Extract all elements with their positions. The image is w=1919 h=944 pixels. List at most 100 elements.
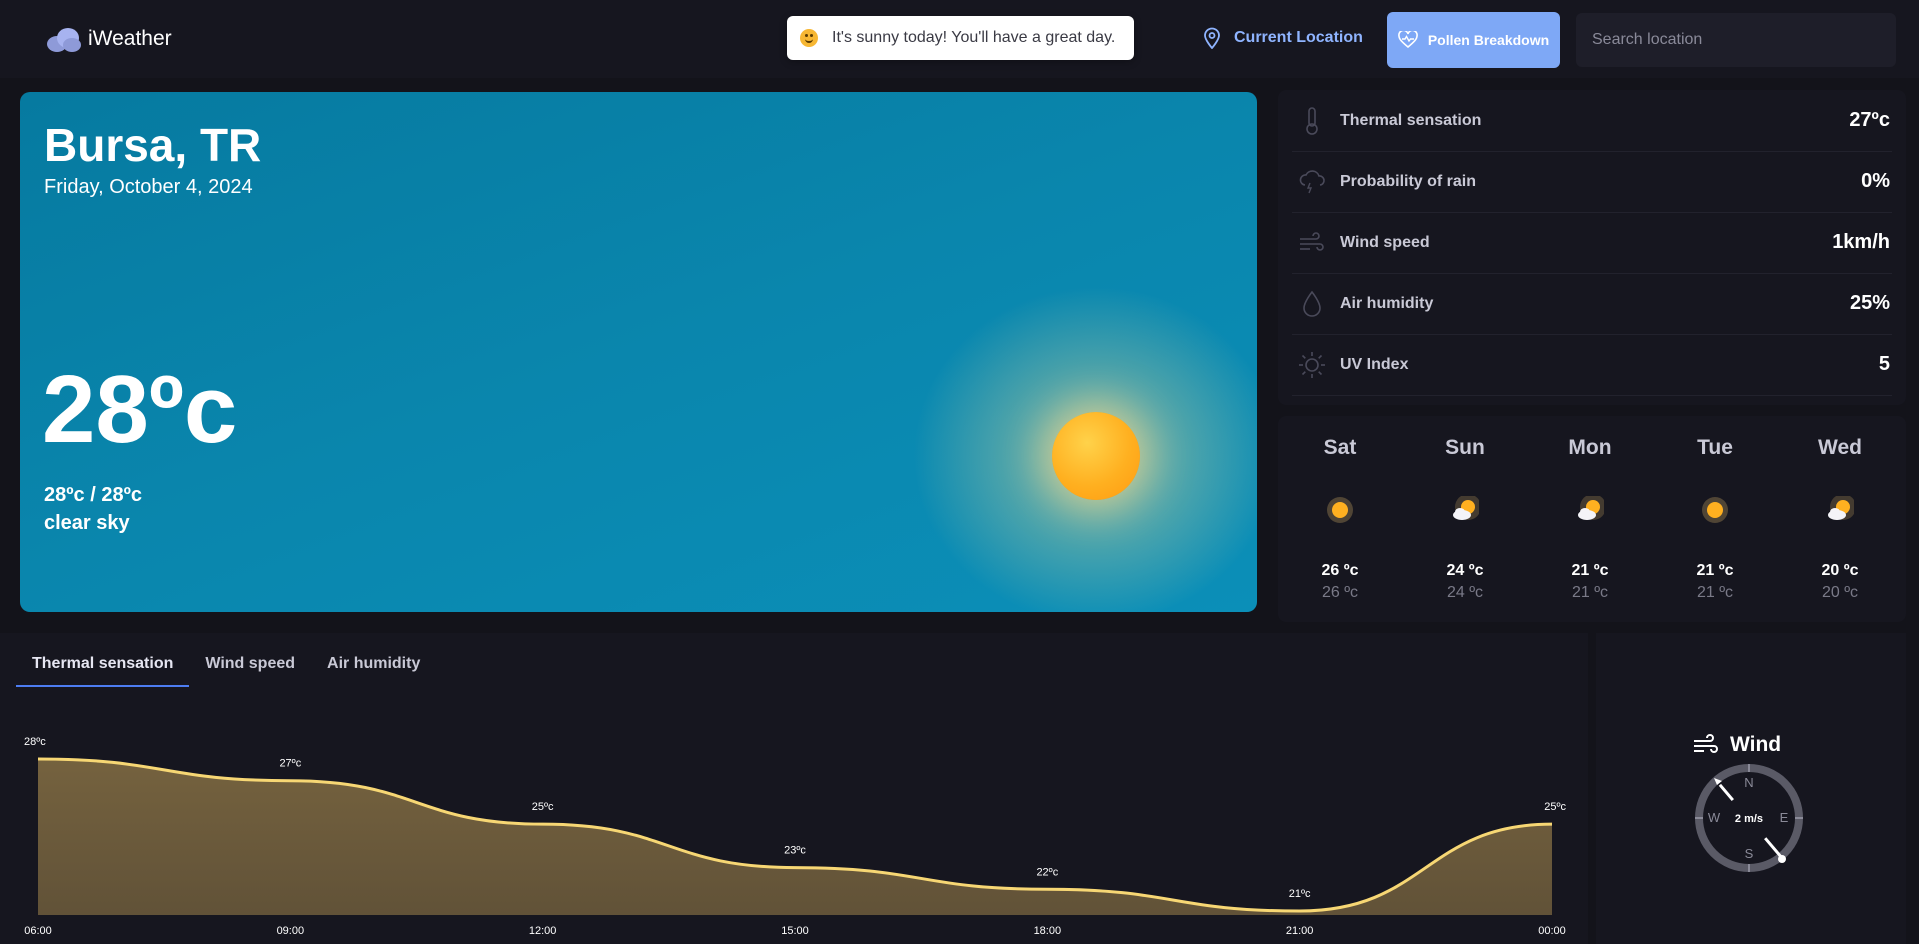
- sun-outline-icon: [1298, 351, 1326, 379]
- header: iWeather It's sunny today! You'll have a…: [0, 0, 1919, 78]
- current-date: Friday, October 4, 2024: [44, 176, 253, 198]
- current-location-label: Current Location: [1234, 29, 1363, 46]
- detail-label: Wind speed: [1340, 233, 1430, 251]
- x-tick-label: 06:00: [24, 925, 52, 937]
- wind-icon: [1298, 229, 1326, 257]
- pollen-breakdown-button[interactable]: Pollen Breakdown: [1387, 12, 1560, 68]
- partly-cloudy-icon: [1578, 496, 1604, 520]
- needle-arrowhead: [1714, 778, 1722, 785]
- detail-row-thermal-sensation: Thermal sensation 27ºc: [1292, 90, 1892, 152]
- detail-row-wind-speed: Wind speed 1km/h: [1292, 212, 1892, 274]
- min-max-temperature: 28ºc / 28ºc: [44, 484, 143, 506]
- forecast-day: Wed 20 ºc 20 ºc: [1790, 416, 1890, 622]
- drop-icon: [1298, 290, 1326, 318]
- tab-wind-speed[interactable]: Wind speed: [189, 643, 311, 685]
- tab-air-humidity[interactable]: Air humidity: [311, 643, 436, 685]
- pollen-breakdown-label: Pollen Breakdown: [1427, 32, 1550, 48]
- current-temperature: 28ºc: [42, 356, 238, 463]
- sun-icon: [1052, 412, 1140, 500]
- day-low: 21 ºc: [1696, 584, 1734, 601]
- forecast-panel: Sat 26 ºc 26 ºc Sun 24 ºc 24 ºc Mon 21 º…: [1278, 416, 1906, 622]
- day-name: Sun: [1445, 436, 1485, 459]
- compass-w: W: [1708, 810, 1721, 825]
- x-tick-label: 15:00: [781, 925, 809, 937]
- detail-row-air-humidity: Air humidity 25%: [1292, 273, 1892, 335]
- day-low: 24 ºc: [1446, 584, 1484, 601]
- detail-value: 5: [1878, 353, 1890, 375]
- detail-label: Air humidity: [1340, 294, 1434, 312]
- detail-value: 0%: [1861, 170, 1890, 192]
- data-label: 22ºc: [1036, 866, 1058, 878]
- detail-label: UV Index: [1340, 355, 1409, 373]
- data-label: 28ºc: [24, 736, 46, 748]
- partly-cloudy-icon: [1828, 496, 1854, 520]
- chart-area: [38, 759, 1552, 915]
- data-label: 21ºc: [1289, 888, 1311, 900]
- day-high: 24 ºc: [1446, 562, 1484, 579]
- weather-description: clear sky: [44, 512, 130, 534]
- data-label: 25ºc: [1544, 801, 1566, 813]
- compass-s: S: [1745, 846, 1754, 861]
- wind-title: Wind: [1692, 733, 1781, 757]
- data-label: 25ºc: [532, 801, 554, 813]
- day-name: Mon: [1568, 436, 1612, 459]
- location-pin-icon: [1204, 27, 1220, 49]
- compass-e: E: [1780, 810, 1789, 825]
- cloud-rain-icon: [1298, 168, 1326, 196]
- detail-row-uv-index: UV Index 5: [1292, 334, 1892, 396]
- detail-value: 25%: [1849, 292, 1890, 314]
- current-weather-card: Bursa, TR Friday, October 4, 2024 28ºc 2…: [20, 92, 1257, 612]
- detail-row-rain: Probability of rain 0%: [1292, 151, 1892, 213]
- day-high: 20 ºc: [1821, 562, 1859, 579]
- x-tick-label: 12:00: [529, 925, 557, 937]
- x-tick-label: 09:00: [277, 925, 305, 937]
- forecast-day: Tue 21 ºc 21 ºc: [1665, 416, 1765, 622]
- partly-cloudy-icon: [1453, 496, 1479, 520]
- day-low: 20 ºc: [1821, 584, 1859, 601]
- wind-icon: [1694, 734, 1718, 753]
- compass-n: N: [1744, 775, 1753, 790]
- detail-label: Probability of rain: [1340, 172, 1477, 190]
- x-tick-label: 21:00: [1286, 925, 1314, 937]
- city-name: Bursa, TR: [44, 119, 262, 171]
- data-label: 23ºc: [784, 845, 806, 857]
- day-low: 21 ºc: [1571, 584, 1609, 601]
- forecast-day: Sat 26 ºc 26 ºc: [1290, 416, 1390, 622]
- day-low: 26 ºc: [1321, 584, 1359, 601]
- needle-tail: [1778, 855, 1786, 863]
- day-high: 21 ºc: [1696, 562, 1734, 579]
- app-logo[interactable]: iWeather: [44, 26, 172, 52]
- hourly-chart-panel: 28ºc 06:00 27ºc 09:00 25ºc 12:00 23ºc 15:00 22ºc…: [0, 633, 1588, 944]
- search-location-input[interactable]: [1576, 13, 1896, 67]
- day-name: Wed: [1818, 436, 1862, 459]
- day-name: Sat: [1323, 436, 1357, 459]
- toast-message: It's sunny today! You'll have a great da…: [832, 29, 1116, 46]
- day-high: 21 ºc: [1571, 562, 1609, 579]
- smile-icon: [800, 29, 818, 47]
- tab-thermal-sensation[interactable]: Thermal sensation: [16, 643, 190, 687]
- wind-title-label: Wind: [1730, 733, 1782, 756]
- day-high: 26 ºc: [1321, 562, 1359, 579]
- forecast-day: Mon 21 ºc 21 ºc: [1540, 416, 1640, 622]
- detail-label: Thermal sensation: [1340, 111, 1482, 129]
- app-name: iWeather: [88, 27, 172, 50]
- wind-compass: N E S W 2 m/s: [1695, 764, 1803, 872]
- weather-toast: It's sunny today! You'll have a great da…: [787, 16, 1134, 60]
- sun-icon: [1327, 497, 1353, 523]
- data-label: 27ºc: [279, 758, 301, 770]
- wind-speed-value: 2 m/s: [1735, 813, 1763, 825]
- wind-panel: Wind N E S W 2 m/s: [1596, 633, 1906, 944]
- weather-details-panel: Thermal sensation 27ºc Probability of ra…: [1278, 90, 1906, 405]
- x-tick-label: 00:00: [1538, 925, 1566, 937]
- thermometer-icon: [1298, 106, 1326, 135]
- detail-value: 27ºc: [1849, 109, 1890, 131]
- sun-icon: [1702, 497, 1728, 523]
- heart-pulse-icon: [1397, 31, 1418, 49]
- cloud-logo-icon: [47, 28, 81, 52]
- current-location-button[interactable]: Current Location: [1190, 16, 1375, 60]
- wind-direction-needle: [1713, 778, 1784, 859]
- x-tick-label: 18:00: [1034, 925, 1062, 937]
- forecast-day: Sun 24 ºc 24 ºc: [1415, 416, 1515, 622]
- detail-value: 1km/h: [1832, 231, 1890, 253]
- day-name: Tue: [1697, 436, 1733, 459]
